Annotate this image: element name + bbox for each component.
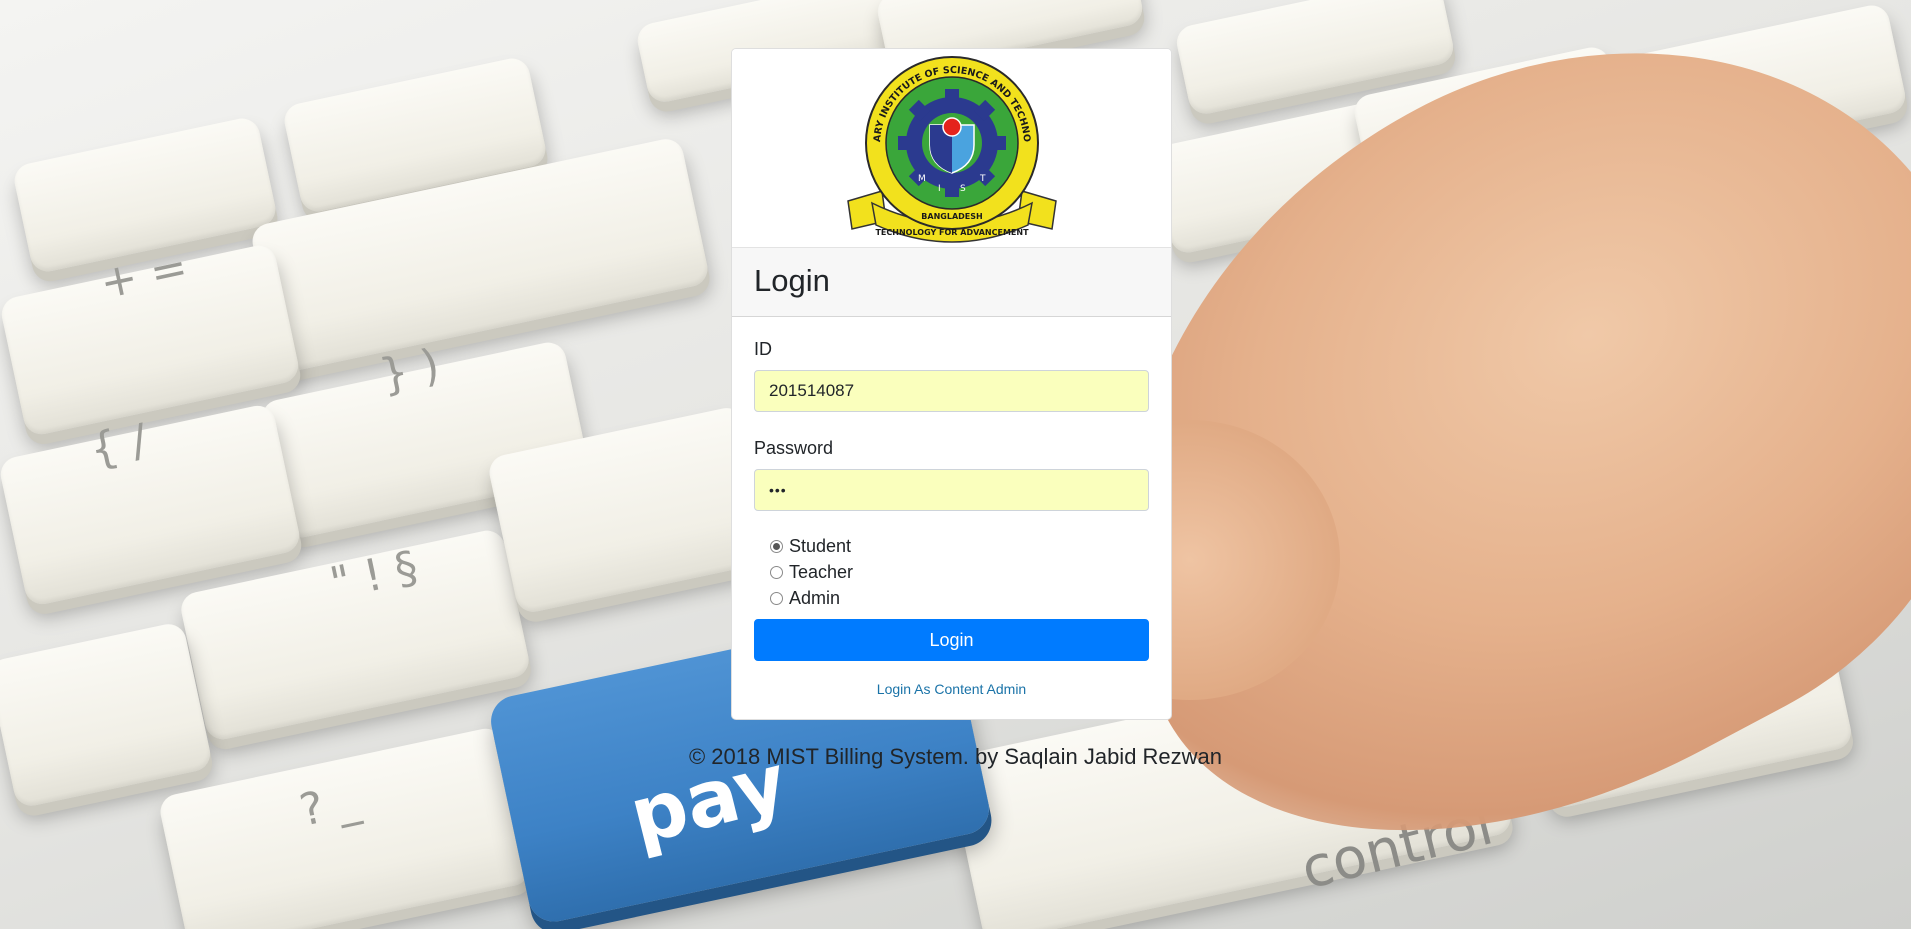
role-label-admin: Admin (789, 587, 841, 608)
id-label: ID (754, 339, 772, 359)
role-option-admin[interactable]: Admin (770, 585, 1149, 611)
radio-admin[interactable] (770, 591, 783, 605)
login-button[interactable]: Login (754, 619, 1149, 661)
logo-area: MILITARY INSTITUTE OF SCIENCE AND TECHNO… (732, 49, 1171, 247)
content-admin-login-link[interactable]: Login As Content Admin (754, 681, 1149, 697)
login-card: MILITARY INSTITUTE OF SCIENCE AND TECHNO… (731, 48, 1172, 720)
logo-letter: S (960, 184, 966, 194)
password-field[interactable]: ••• (754, 469, 1149, 511)
radio-teacher[interactable] (770, 565, 783, 579)
login-form: ID 201514087 Password ••• Student Teache… (732, 317, 1171, 697)
page-title: Login (754, 263, 830, 298)
logo-country: BANGLADESH (921, 212, 982, 221)
role-option-teacher[interactable]: Teacher (770, 559, 1149, 585)
radio-student[interactable] (770, 539, 783, 553)
role-radio-group: Student Teacher Admin (754, 533, 1149, 611)
mist-logo-icon: MILITARY INSTITUTE OF SCIENCE AND TECHNO… (842, 53, 1057, 243)
logo-letter: M (918, 174, 926, 184)
role-label-student: Student (789, 535, 852, 556)
logo-letter: T (979, 174, 986, 184)
role-option-student[interactable]: Student (770, 533, 1149, 559)
id-field[interactable]: 201514087 (754, 370, 1149, 412)
keyboard-key (0, 620, 214, 810)
role-label-teacher: Teacher (789, 561, 854, 582)
logo-letter: I (938, 184, 941, 194)
password-label: Password (754, 438, 834, 458)
card-header: Login (732, 247, 1171, 317)
footer-copyright: © 2018 MIST Billing System. by Saqlain J… (688, 744, 1223, 769)
logo-motto: TECHNOLOGY FOR ADVANCEMENT (875, 228, 1029, 237)
